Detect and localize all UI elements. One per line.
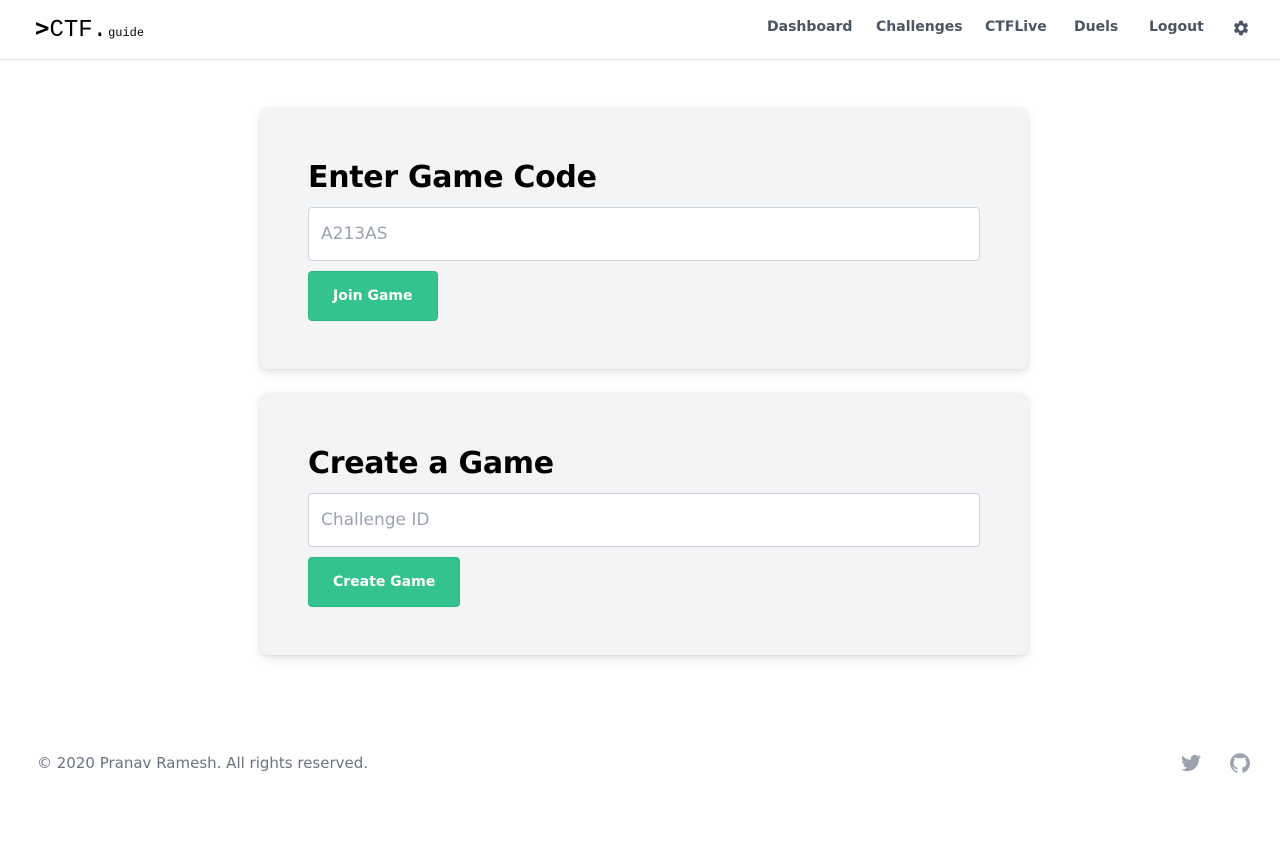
nav-link-challenges[interactable]: Challenges	[876, 19, 963, 35]
github-icon[interactable]	[1230, 753, 1250, 773]
game-code-input[interactable]	[308, 207, 980, 261]
create-game-button[interactable]: Create Game	[308, 557, 461, 607]
join-game-card: Enter Game Code Join Game	[260, 107, 1028, 369]
join-game-title: Enter Game Code	[308, 160, 597, 195]
join-game-button[interactable]: Join Game	[308, 271, 438, 321]
nav-links: Dashboard Challenges CTFLive Duels Logou…	[0, 0, 1280, 59]
nav-link-ctflive[interactable]: CTFLive	[985, 19, 1047, 35]
twitter-icon[interactable]	[1181, 753, 1201, 773]
nav-link-dashboard[interactable]: Dashboard	[767, 19, 852, 35]
create-game-card: Create a Game Create Game	[260, 393, 1028, 655]
nav-link-duels[interactable]: Duels	[1074, 19, 1118, 35]
footer-copyright: © 2020 Pranav Ramesh. All rights reserve…	[37, 754, 369, 772]
gear-icon[interactable]	[1232, 19, 1250, 37]
nav-link-logout[interactable]: Logout	[1149, 19, 1204, 35]
create-game-title: Create a Game	[308, 446, 554, 481]
challenge-id-input[interactable]	[308, 493, 980, 547]
top-navbar: > CTF. guide Dashboard Challenges CTFLiv…	[0, 0, 1280, 60]
